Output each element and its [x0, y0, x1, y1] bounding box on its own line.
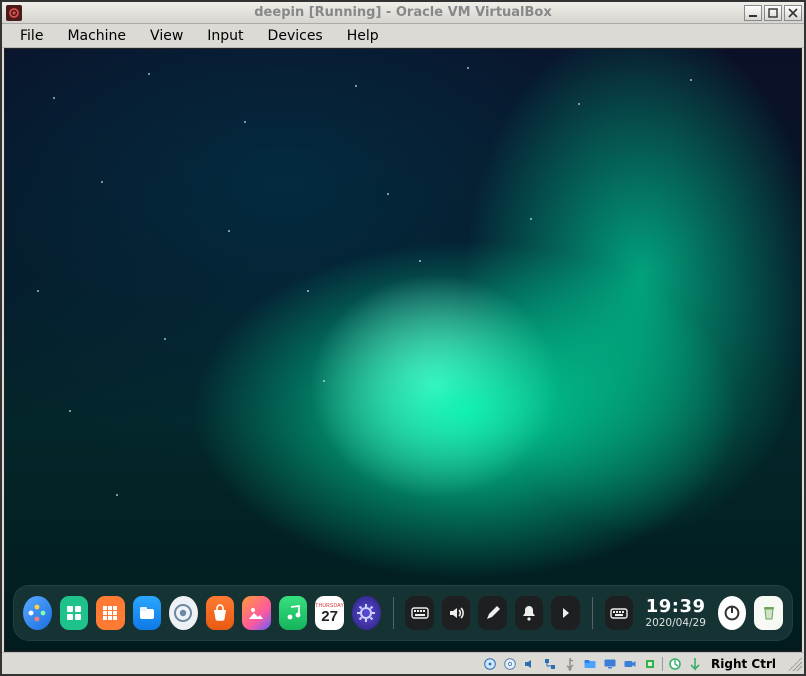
keyboard-layout-icon[interactable] [605, 596, 634, 630]
shared-folders-indicator-icon[interactable] [582, 656, 598, 672]
hard-disk-indicator-icon[interactable] [482, 656, 498, 672]
album-icon[interactable] [242, 596, 271, 630]
launcher-icon[interactable] [23, 596, 52, 630]
dock: THURSDAY 27 [13, 585, 793, 641]
optical-disk-indicator-icon[interactable] [502, 656, 518, 672]
menu-file[interactable]: File [8, 26, 55, 46]
guest-screen[interactable]: THURSDAY 27 [4, 48, 802, 652]
power-icon[interactable] [718, 596, 747, 630]
mouse-integration-indicator-icon[interactable] [667, 656, 683, 672]
trash-icon[interactable] [754, 596, 783, 630]
volume-icon[interactable] [442, 596, 471, 630]
control-center-icon[interactable] [352, 596, 381, 630]
calendar-icon-day: 27 [321, 609, 338, 624]
menubar: File Machine View Input Devices Help [2, 24, 804, 48]
menu-help[interactable]: Help [335, 26, 391, 46]
titlebar: deepin [Running] - Oracle VM VirtualBox [2, 2, 804, 24]
clock-time: 19:39 [646, 598, 706, 616]
statusbar-separator [662, 657, 663, 671]
cpu-indicator-icon[interactable] [642, 656, 658, 672]
statusbar: Right Ctrl [2, 652, 804, 674]
dock-separator [393, 597, 394, 629]
recording-indicator-icon[interactable] [622, 656, 638, 672]
window-title: deepin [Running] - Oracle VM VirtualBox [2, 5, 804, 20]
menu-view[interactable]: View [138, 26, 195, 46]
audio-indicator-icon[interactable] [522, 656, 538, 672]
display-indicator-icon[interactable] [602, 656, 618, 672]
onscreen-keyboard-icon[interactable] [405, 596, 434, 630]
menu-input[interactable]: Input [195, 26, 255, 46]
maximize-button[interactable] [764, 5, 782, 21]
notifications-icon[interactable] [515, 596, 544, 630]
music-icon[interactable] [279, 596, 308, 630]
stylus-icon[interactable] [478, 596, 507, 630]
resize-grip[interactable] [788, 657, 802, 671]
close-button[interactable] [784, 5, 802, 21]
show-desktop-icon[interactable] [551, 596, 580, 630]
usb-indicator-icon[interactable] [562, 656, 578, 672]
keyboard-captured-indicator-icon[interactable] [687, 656, 703, 672]
virtualbox-app-icon [6, 5, 22, 21]
network-indicator-icon[interactable] [542, 656, 558, 672]
file-manager-icon[interactable] [133, 596, 162, 630]
apps-grid-icon[interactable] [96, 596, 125, 630]
menu-machine[interactable]: Machine [55, 26, 138, 46]
menu-devices[interactable]: Devices [256, 26, 335, 46]
dock-clock[interactable]: 19:39 2020/04/29 [641, 598, 710, 629]
browser-icon[interactable] [169, 596, 198, 630]
calendar-icon[interactable]: THURSDAY 27 [315, 596, 344, 630]
multitask-view-icon[interactable] [60, 596, 89, 630]
minimize-button[interactable] [744, 5, 762, 21]
wallpaper-stars [5, 49, 801, 651]
hostkey-label: Right Ctrl [711, 657, 776, 671]
app-store-icon[interactable] [206, 596, 235, 630]
dock-separator [592, 597, 593, 629]
clock-date: 2020/04/29 [645, 618, 706, 629]
